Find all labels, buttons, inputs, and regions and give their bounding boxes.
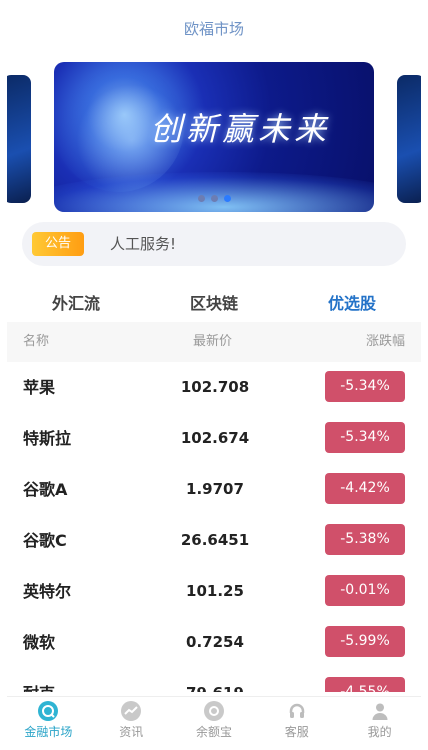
stock-price: 0.7254: [186, 633, 244, 651]
change-badge: -5.99%: [325, 626, 405, 657]
column-header-change: 涨跌幅: [365, 334, 405, 349]
column-header-name: 名称: [23, 334, 50, 349]
table-row[interactable]: 苹果 102.708 -5.34%: [7, 362, 421, 413]
notice-bar[interactable]: 公告 人工服务!: [22, 222, 406, 266]
headset-icon: [287, 701, 307, 721]
change-badge: -4.55%: [325, 677, 405, 692]
table-row[interactable]: 英特尔 101.25 -0.01%: [7, 566, 421, 617]
stock-name: 苹果: [23, 378, 56, 397]
table-row[interactable]: 谷歌A 1.9707 -4.42%: [7, 464, 421, 515]
banner-carousel[interactable]: 创新赢未来: [7, 62, 421, 226]
carousel-dot[interactable]: [197, 195, 205, 202]
table-row[interactable]: 微软 0.7254 -5.99%: [7, 617, 421, 668]
change-badge: -5.34%: [325, 371, 405, 402]
notice-text[interactable]: 人工服务!: [110, 222, 176, 266]
app-frame: 欧福市场 创新赢未来 公告 人工服务! 外汇流 区块链 优选股 名称 最新价 涨…: [7, 6, 421, 744]
stock-name: 英特尔: [23, 582, 72, 601]
stock-price: 26.6451: [180, 531, 250, 549]
wallet-icon: [203, 701, 224, 721]
stock-price: 102.674: [180, 429, 250, 447]
tabbar-item-service[interactable]: 客服: [255, 697, 338, 744]
tab-blockchain[interactable]: 区块链: [145, 286, 283, 322]
tabbar-label: 客服: [284, 725, 309, 739]
table-header: 名称 最新价 涨跌幅: [7, 322, 421, 362]
tabbar-label: 余额宝: [195, 725, 232, 739]
banner-prev-slide[interactable]: [7, 75, 31, 203]
change-badge: -5.34%: [325, 422, 405, 453]
stock-price: 1.9707: [186, 480, 244, 498]
banner-slide[interactable]: 创新赢未来: [54, 62, 374, 212]
tab-forex[interactable]: 外汇流: [7, 286, 145, 322]
tabbar-item-news[interactable]: 资讯: [90, 697, 173, 744]
table-row[interactable]: 谷歌C 26.6451 -5.38%: [7, 515, 421, 566]
change-badge: -0.01%: [325, 575, 405, 606]
market-icon: [38, 701, 59, 721]
stock-name: 耐克: [23, 668, 55, 692]
notice-badge: 公告: [32, 232, 85, 256]
column-header-price: 最新价: [193, 334, 233, 349]
bottom-tab-bar: 金融市场 资讯 余额宝 客服 我的: [7, 696, 421, 744]
stock-price: 102.708: [180, 378, 250, 396]
table-row[interactable]: 耐克 79.619 -4.55%: [7, 668, 421, 692]
change-badge: -4.42%: [325, 473, 405, 504]
carousel-dot[interactable]: [210, 195, 218, 202]
banner-next-slide[interactable]: [397, 75, 421, 203]
tabbar-item-wallet[interactable]: 余额宝: [173, 697, 256, 744]
banner-slogan: 创新赢未来: [150, 110, 331, 148]
stock-name: 特斯拉: [23, 429, 72, 448]
stock-price: 79.619: [155, 668, 275, 692]
tabbar-label: 我的: [367, 725, 392, 739]
tabbar-item-profile[interactable]: 我的: [338, 697, 421, 744]
tabbar-item-market[interactable]: 金融市场: [7, 697, 90, 744]
tabbar-label: 金融市场: [24, 725, 73, 739]
carousel-dot-active[interactable]: [223, 195, 231, 202]
stock-name: 谷歌C: [23, 531, 67, 550]
page-title: 欧福市场: [183, 20, 244, 38]
stock-name: 微软: [23, 633, 56, 652]
stock-name: 谷歌A: [23, 480, 68, 499]
stock-price: 101.25: [186, 582, 244, 600]
quote-list[interactable]: 苹果 102.708 -5.34% 特斯拉 102.674 -5.34% 谷歌A…: [7, 362, 421, 692]
change-badge: -5.38%: [325, 524, 405, 555]
table-row[interactable]: 特斯拉 102.674 -5.34%: [7, 413, 421, 464]
user-icon: [370, 701, 390, 721]
tab-stocks[interactable]: 优选股: [283, 286, 421, 322]
carousel-dots: [54, 187, 374, 206]
market-tabs: 外汇流 区块链 优选股: [7, 286, 421, 322]
tabbar-label: 资讯: [119, 725, 144, 739]
news-icon: [121, 701, 142, 721]
